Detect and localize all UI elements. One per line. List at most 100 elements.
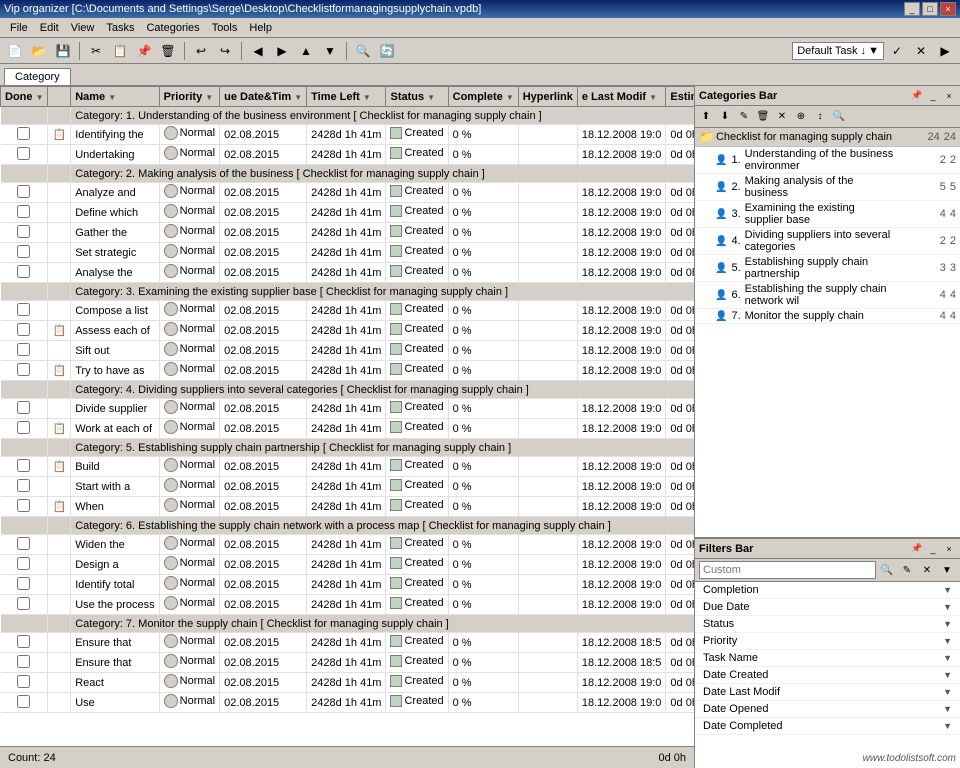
filter-list-item[interactable]: Date Completed ▼ (695, 718, 960, 735)
col-header-priority[interactable]: Priority ▼ (159, 87, 219, 107)
task-checkbox[interactable] (17, 343, 30, 356)
task-done-cell[interactable] (1, 341, 48, 361)
cat-btn-8[interactable]: 🔍 (830, 108, 848, 126)
task-row[interactable]: Set strategic Normal 02.08.2015 2428d 1h… (1, 243, 695, 263)
filter-list-item[interactable]: Completion ▼ (695, 582, 960, 599)
menu-view[interactable]: View (65, 20, 101, 36)
task-done-cell[interactable] (1, 595, 48, 615)
task-row[interactable]: Ensure that Normal 02.08.2015 2428d 1h 4… (1, 633, 695, 653)
task-row[interactable]: 📋 Try to have as Normal 02.08.2015 2428d… (1, 361, 695, 381)
cat-list-header[interactable]: 📁 Checklist for managing supply chain 24… (695, 128, 960, 147)
toolbar-x-btn[interactable]: ✕ (910, 40, 932, 62)
toolbar-save[interactable]: 💾 (52, 40, 74, 62)
cat-bar-minimize-icon[interactable]: _ (926, 89, 940, 103)
toolbar-copy[interactable]: 📋 (109, 40, 131, 62)
cat-list-item[interactable]: 👤 2. Making analysis of the business 5 5 (695, 174, 960, 201)
task-checkbox[interactable] (17, 245, 30, 258)
toolbar-refresh[interactable]: 🔄 (376, 40, 398, 62)
task-done-cell[interactable] (1, 321, 48, 341)
toolbar-search[interactable]: 🔍 (352, 40, 374, 62)
task-checkbox[interactable] (17, 303, 30, 316)
task-checkbox[interactable] (17, 225, 30, 238)
filter-bar-minimize-icon[interactable]: _ (926, 542, 940, 556)
maximize-button[interactable]: □ (922, 2, 938, 16)
menu-edit[interactable]: Edit (34, 20, 65, 36)
task-done-cell[interactable] (1, 575, 48, 595)
task-row[interactable]: Divide supplier Normal 02.08.2015 2428d … (1, 399, 695, 419)
task-checkbox[interactable] (17, 695, 30, 708)
task-checkbox[interactable] (17, 597, 30, 610)
minimize-button[interactable]: _ (904, 2, 920, 16)
close-button[interactable]: × (940, 2, 956, 16)
task-checkbox[interactable] (17, 205, 30, 218)
cat-btn-7[interactable]: ↕ (811, 108, 829, 126)
task-row[interactable]: Use the process Normal 02.08.2015 2428d … (1, 595, 695, 615)
task-done-cell[interactable] (1, 183, 48, 203)
filter-list-item[interactable]: Date Created ▼ (695, 667, 960, 684)
cat-btn-2[interactable]: ⬇ (716, 108, 734, 126)
toolbar-redo[interactable]: ↪ (214, 40, 236, 62)
task-done-cell[interactable] (1, 243, 48, 263)
task-checkbox[interactable] (17, 401, 30, 414)
task-done-cell[interactable] (1, 361, 48, 381)
task-row[interactable]: Sift out Normal 02.08.2015 2428d 1h 41m … (1, 341, 695, 361)
task-done-cell[interactable] (1, 633, 48, 653)
task-row[interactable]: Use Normal 02.08.2015 2428d 1h 41m Creat… (1, 693, 695, 713)
filter-edit-btn[interactable]: ✎ (898, 561, 916, 579)
task-checkbox[interactable] (17, 459, 30, 472)
task-done-cell[interactable] (1, 535, 48, 555)
toolbar-forward[interactable]: ▶ (271, 40, 293, 62)
task-checkbox[interactable] (17, 635, 30, 648)
filter-list-item[interactable]: Date Last Modif ▼ (695, 684, 960, 701)
task-done-cell[interactable] (1, 673, 48, 693)
filter-search-input[interactable] (699, 561, 876, 579)
cat-list-item[interactable]: 👤 6. Establishing the supply chain netwo… (695, 282, 960, 309)
menu-tools[interactable]: Tools (206, 20, 244, 36)
task-done-cell[interactable] (1, 477, 48, 497)
filter-list-item[interactable]: Due Date ▼ (695, 599, 960, 616)
col-header-lastmod[interactable]: e Last Modif ▼ (577, 87, 666, 107)
task-row[interactable]: Start with a Normal 02.08.2015 2428d 1h … (1, 477, 695, 497)
col-header-done[interactable]: Done ▼ (1, 87, 48, 107)
filter-list-item[interactable]: Status ▼ (695, 616, 960, 633)
filter-bar-pin-icon[interactable]: 📌 (910, 542, 924, 556)
toolbar-open[interactable]: 📂 (28, 40, 50, 62)
task-done-cell[interactable] (1, 555, 48, 575)
task-done-cell[interactable] (1, 203, 48, 223)
cat-list-item[interactable]: 👤 1. Understanding of the business envir… (695, 147, 960, 174)
task-row[interactable]: Compose a list Normal 02.08.2015 2428d 1… (1, 301, 695, 321)
task-checkbox[interactable] (17, 577, 30, 590)
task-row[interactable]: Widen the Normal 02.08.2015 2428d 1h 41m… (1, 535, 695, 555)
cat-list-item[interactable]: 👤 4. Dividing suppliers into several cat… (695, 228, 960, 255)
cat-btn-5[interactable]: ✕ (773, 108, 791, 126)
col-header-due[interactable]: ue Date&Tim ▼ (220, 87, 307, 107)
task-checkbox[interactable] (17, 363, 30, 376)
task-row[interactable]: 📋 Identifying the Normal 02.08.2015 2428… (1, 125, 695, 145)
task-checkbox[interactable] (17, 147, 30, 160)
task-done-cell[interactable] (1, 263, 48, 283)
task-done-cell[interactable] (1, 399, 48, 419)
task-selector[interactable]: Default Task ↓ ▼ (792, 42, 884, 60)
toolbar-extra[interactable]: ▶ (934, 40, 956, 62)
toolbar-up[interactable]: ▲ (295, 40, 317, 62)
task-checkbox[interactable] (17, 185, 30, 198)
toolbar-checkmark[interactable]: ✓ (886, 40, 908, 62)
menu-file[interactable]: File (4, 20, 34, 36)
task-done-cell[interactable] (1, 223, 48, 243)
filter-bar-close-icon[interactable]: × (942, 542, 956, 556)
cat-list-item[interactable]: 👤 7. Monitor the supply chain 4 4 (695, 309, 960, 324)
task-checkbox[interactable] (17, 557, 30, 570)
col-header-status[interactable]: Status ▼ (386, 87, 448, 107)
toolbar-cut[interactable]: ✂ (85, 40, 107, 62)
task-row[interactable]: React Normal 02.08.2015 2428d 1h 41m Cre… (1, 673, 695, 693)
toolbar-down[interactable]: ▼ (319, 40, 341, 62)
col-header-hyperlink[interactable]: Hyperlink (518, 87, 577, 107)
task-row[interactable]: Analyse the Normal 02.08.2015 2428d 1h 4… (1, 263, 695, 283)
col-header-esttime[interactable]: Estimated Time (666, 87, 694, 107)
task-done-cell[interactable] (1, 693, 48, 713)
col-header-name[interactable]: Name ▼ (71, 87, 159, 107)
menu-help[interactable]: Help (243, 20, 278, 36)
task-done-cell[interactable] (1, 125, 48, 145)
task-checkbox[interactable] (17, 499, 30, 512)
task-done-cell[interactable] (1, 419, 48, 439)
